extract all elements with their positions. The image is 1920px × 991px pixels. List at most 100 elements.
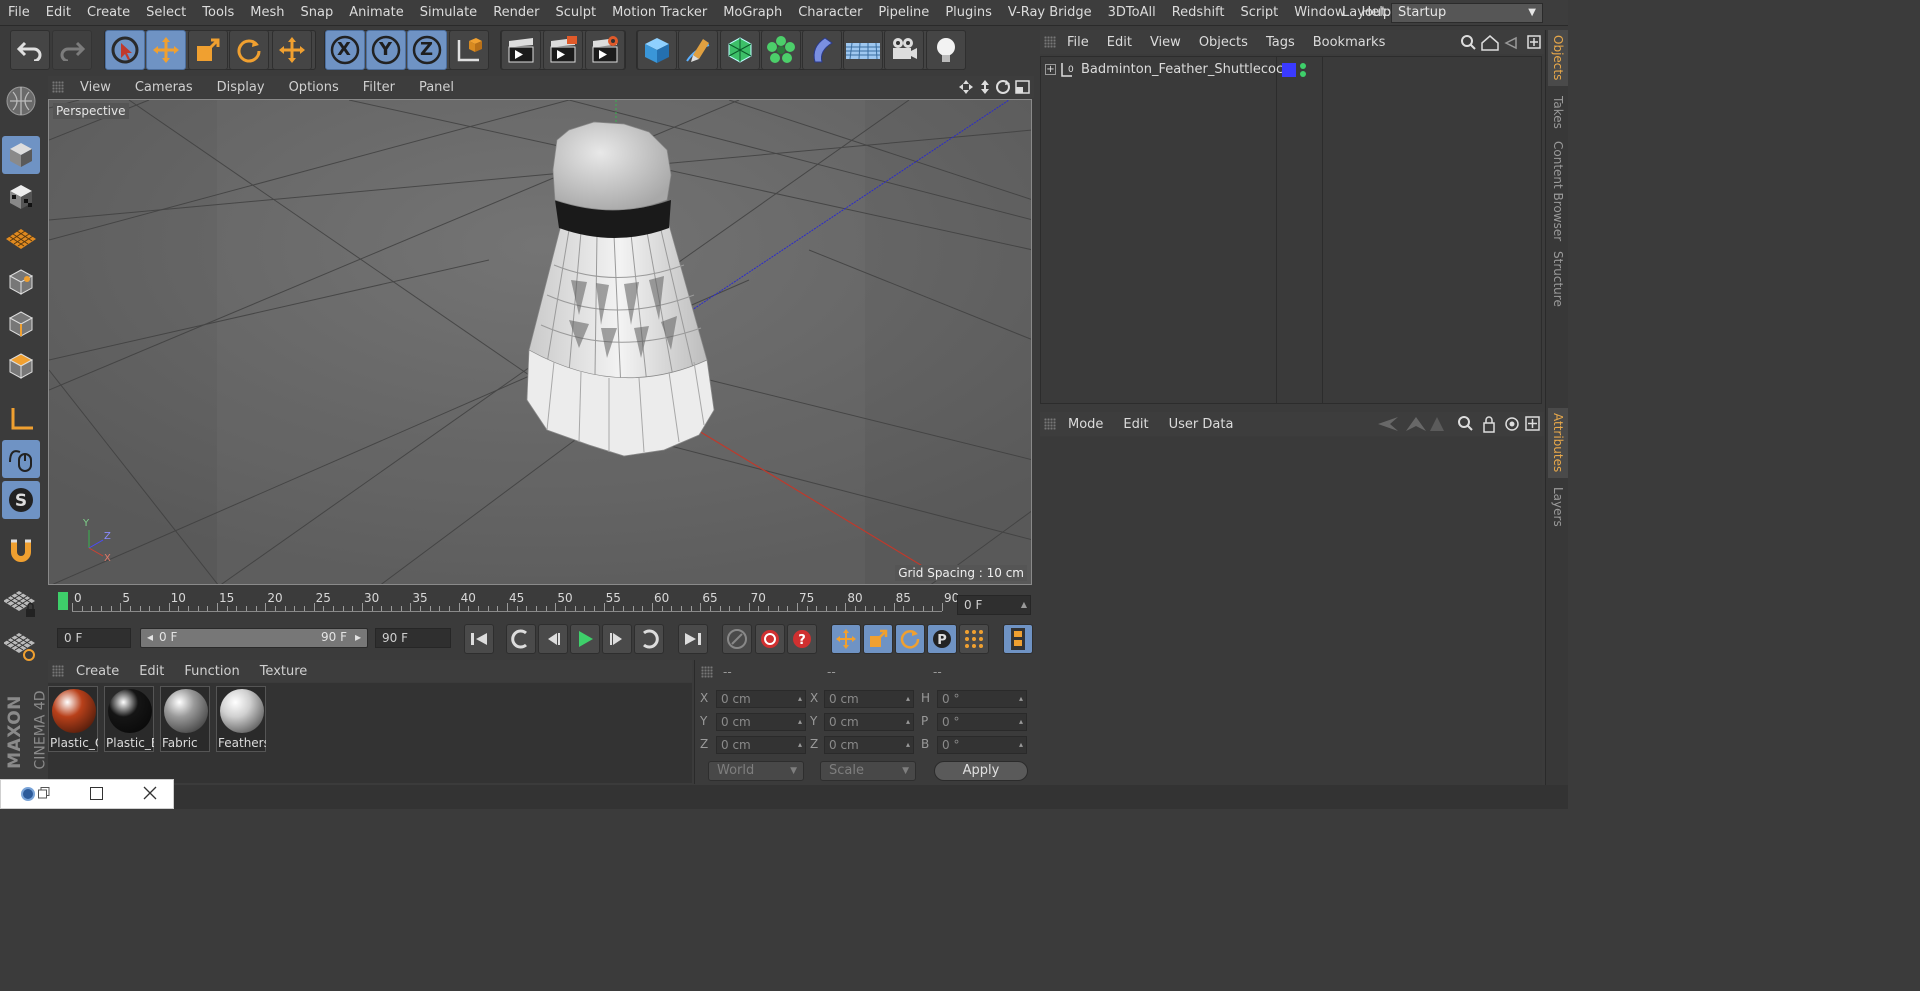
material-menu-create[interactable]: Create	[66, 664, 129, 679]
cube-button[interactable]	[637, 30, 677, 70]
coord-size-z-field[interactable]: 0 cm ▴	[824, 736, 914, 754]
expand-icon[interactable]: +	[1045, 64, 1056, 75]
scale-button[interactable]	[188, 30, 228, 70]
side-tab-structure[interactable]: Structure	[1548, 248, 1568, 310]
locked-workplane-button[interactable]	[2, 585, 40, 623]
axis-x-button[interactable]: X	[325, 30, 365, 70]
side-tab-objects[interactable]: Objects	[1548, 30, 1568, 86]
coord-size-x-field[interactable]: 0 cm ▴	[824, 690, 914, 708]
attribute-menu-mode[interactable]: Mode	[1058, 417, 1113, 432]
side-tab-content-browser[interactable]: Content Browser	[1548, 138, 1568, 244]
timeline-window-button[interactable]	[1003, 624, 1033, 654]
material-swatch[interactable]: Plastic_O	[48, 686, 98, 752]
undo-button[interactable]	[10, 30, 50, 70]
snap-button[interactable]	[2, 533, 40, 571]
viewport-menu-display[interactable]: Display	[205, 80, 277, 95]
material-menu-edit[interactable]: Edit	[129, 664, 174, 679]
workplane-mode-button[interactable]	[2, 220, 40, 258]
camera-button[interactable]	[884, 30, 924, 70]
menu-render[interactable]: Render	[485, 5, 547, 20]
keyframe-selection-button[interactable]: ?	[787, 624, 817, 654]
end-frame-field[interactable]: 90 F	[375, 628, 451, 648]
coord-pos-x-field[interactable]: 0 cm ▴	[716, 690, 806, 708]
render-visibility-dot[interactable]	[1300, 71, 1306, 77]
go-to-start-button[interactable]	[464, 624, 494, 654]
next-frame-button[interactable]	[602, 624, 632, 654]
subdivision-surface-button[interactable]	[720, 30, 760, 70]
3d-viewport[interactable]: Y Z X Perspective Grid Spacing : 10 cm	[48, 99, 1032, 585]
go-to-end-button[interactable]	[678, 624, 708, 654]
size-mode-select[interactable]: Scale ▼	[820, 761, 916, 781]
material-swatch[interactable]: Fabric	[160, 686, 210, 752]
viewport-menu-view[interactable]: View	[68, 80, 123, 95]
menu-redshift[interactable]: Redshift	[1164, 5, 1233, 20]
restore-icon[interactable]	[38, 787, 50, 799]
menu-plugins[interactable]: Plugins	[937, 5, 1000, 20]
model-mode-button[interactable]	[2, 136, 40, 174]
texture-mode-button[interactable]	[2, 178, 40, 216]
coord-rot-p-field[interactable]: 0 ° ▴	[937, 713, 1027, 731]
menu-edit[interactable]: Edit	[38, 5, 79, 20]
axis-mode-button[interactable]	[2, 400, 40, 438]
coordinate-space-select[interactable]: World ▼	[708, 761, 804, 781]
coord-rot-h-field[interactable]: 0 ° ▴	[937, 690, 1027, 708]
close-icon[interactable]	[143, 786, 157, 800]
coord-pos-y-field[interactable]: 0 cm ▴	[716, 713, 806, 731]
live-select-button[interactable]	[105, 30, 145, 70]
axis-z-button[interactable]: Z	[407, 30, 447, 70]
axis-y-button[interactable]: Y	[366, 30, 406, 70]
viewport-menu-options[interactable]: Options	[277, 80, 351, 95]
solo-button[interactable]: S	[2, 481, 40, 519]
rotate-button[interactable]	[229, 30, 269, 70]
current-frame-field[interactable]: 0 F ▲	[957, 595, 1031, 615]
coord-rot-b-field[interactable]: 0 ° ▴	[937, 736, 1027, 754]
object-menu-objects[interactable]: Objects	[1190, 35, 1257, 50]
menu-mograph[interactable]: MoGraph	[715, 5, 790, 20]
menu-tools[interactable]: Tools	[194, 5, 242, 20]
menu-file[interactable]: File	[0, 5, 38, 20]
light-button[interactable]	[926, 30, 966, 70]
material-menu-texture[interactable]: Texture	[250, 664, 318, 679]
key-pla-button[interactable]	[959, 624, 989, 654]
menu-mesh[interactable]: Mesh	[242, 5, 292, 20]
deformer-button[interactable]	[802, 30, 842, 70]
coord-pos-z-field[interactable]: 0 cm ▴	[716, 736, 806, 754]
play-button[interactable]	[570, 624, 600, 654]
object-menu-file[interactable]: File	[1058, 35, 1098, 50]
viewport-menu-filter[interactable]: Filter	[351, 80, 407, 95]
menu-select[interactable]: Select	[138, 5, 194, 20]
menu-animate[interactable]: Animate	[341, 5, 411, 20]
record-keys-button[interactable]	[722, 624, 752, 654]
render-settings-button[interactable]	[585, 30, 625, 70]
timeline-ruler[interactable]: 0 5 10 15 20 25 30 35 40 45 50 55 60 65 70 75 80 85 90	[48, 589, 1034, 619]
menu-pipeline[interactable]: Pipeline	[870, 5, 937, 20]
layer-color-swatch[interactable]	[1282, 63, 1296, 77]
viewport-menu-panel[interactable]: Panel	[407, 80, 466, 95]
menu-v-ray-bridge[interactable]: V-Ray Bridge	[1000, 5, 1100, 20]
object-menu-edit[interactable]: Edit	[1098, 35, 1141, 50]
start-frame-field[interactable]: 0 F	[57, 628, 131, 648]
tweak-mode-button[interactable]	[2, 440, 40, 478]
pen-spline-button[interactable]	[678, 30, 718, 70]
points-mode-button[interactable]	[2, 263, 40, 301]
key-position-button[interactable]	[831, 624, 861, 654]
side-tab-attributes[interactable]: Attributes	[1548, 408, 1568, 478]
menu-3dtoall[interactable]: 3DToAll	[1100, 5, 1164, 20]
menu-simulate[interactable]: Simulate	[412, 5, 485, 20]
cloner-button[interactable]	[761, 30, 801, 70]
menu-create[interactable]: Create	[79, 5, 138, 20]
redo-button[interactable]	[52, 30, 92, 70]
playhead[interactable]	[58, 592, 68, 610]
make-editable-button[interactable]	[2, 82, 40, 120]
next-key-button[interactable]	[634, 624, 664, 654]
apply-button[interactable]: Apply	[934, 761, 1028, 781]
autokeying-button[interactable]	[755, 624, 785, 654]
polygons-mode-button[interactable]	[2, 347, 40, 385]
floor-button[interactable]	[843, 30, 883, 70]
material-swatch[interactable]: Feathers	[216, 686, 266, 752]
menu-sculpt[interactable]: Sculpt	[547, 5, 604, 20]
coordinate-system-button[interactable]	[449, 30, 489, 70]
previous-key-button[interactable]	[506, 624, 536, 654]
render-view-button[interactable]	[501, 30, 541, 70]
planar-workplane-button[interactable]	[2, 627, 40, 665]
